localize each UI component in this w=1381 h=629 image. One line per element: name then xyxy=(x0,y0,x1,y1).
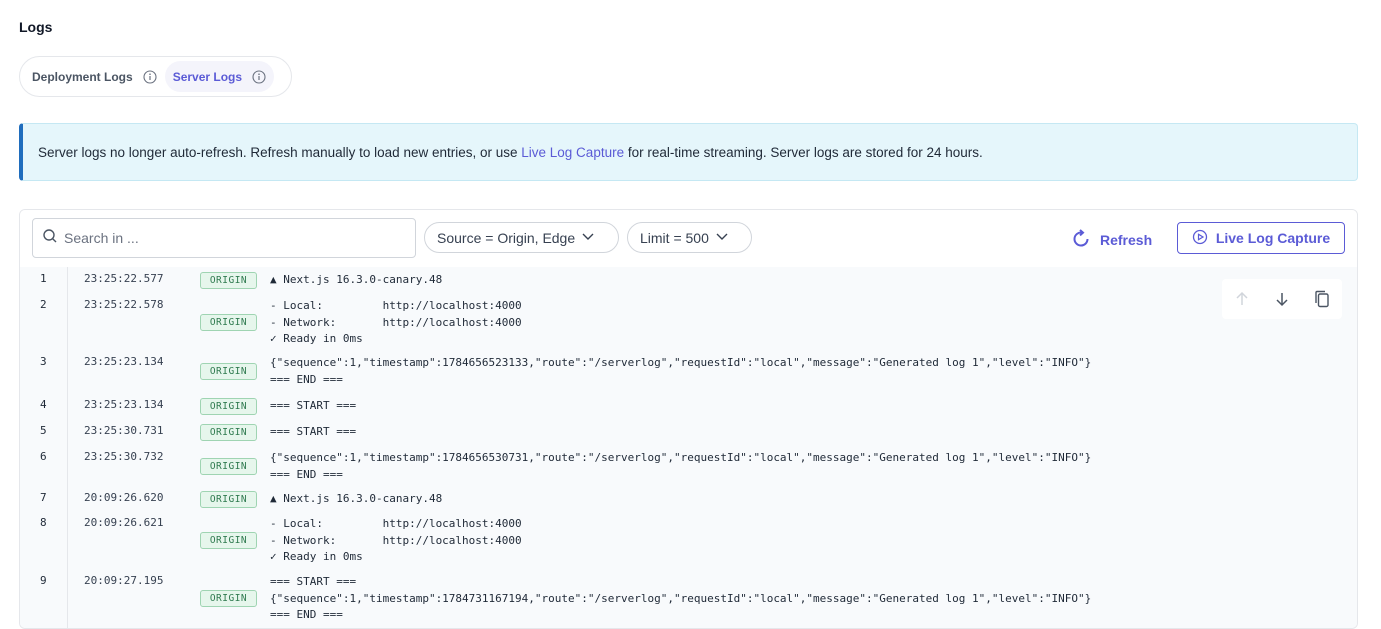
tab-deployment-logs[interactable]: Deployment Logs xyxy=(24,61,165,92)
search-icon xyxy=(42,228,58,249)
log-timestamp: 23:25:30.732 xyxy=(84,450,164,463)
banner-text-before: Server logs no longer auto-refresh. Refr… xyxy=(38,144,522,160)
source-badge: ORIGIN xyxy=(200,458,257,475)
log-timestamp: 20:09:26.620 xyxy=(84,491,164,504)
log-timestamp: 20:09:27.195 xyxy=(84,574,164,587)
source-filter-dropdown[interactable]: Source = Origin, Edge xyxy=(424,222,619,253)
line-number: 9 xyxy=(40,574,47,587)
logs-panel: Source = Origin, Edge Limit = 500 Refres… xyxy=(19,209,1358,629)
tab-label: Deployment Logs xyxy=(32,69,133,84)
info-icon[interactable] xyxy=(252,69,266,84)
line-number: 6 xyxy=(40,450,47,463)
search-input[interactable] xyxy=(62,229,386,247)
log-message: ▲ Next.js 16.3.0-canary.48 xyxy=(270,273,443,286)
logs-toolbar: Source = Origin, Edge Limit = 500 Refres… xyxy=(20,210,1357,268)
source-badge: ORIGIN xyxy=(200,398,257,415)
source-badge: ORIGIN xyxy=(200,363,257,380)
chevron-down-icon xyxy=(715,229,729,246)
play-circle-icon xyxy=(1192,229,1208,248)
log-timestamp: 23:25:30.731 xyxy=(84,424,164,437)
page-title: Logs xyxy=(19,19,53,35)
log-message: === START === {"sequence":1,"timestamp":… xyxy=(270,575,1092,621)
log-timestamp: 23:25:22.578 xyxy=(84,298,164,311)
log-tabs: Deployment Logs Server Logs xyxy=(19,56,292,97)
search-box xyxy=(32,218,416,258)
source-badge: ORIGIN xyxy=(200,590,257,607)
refresh-label: Refresh xyxy=(1100,232,1153,248)
banner-text-after: for real-time streaming. Server logs are… xyxy=(624,144,983,160)
log-timestamp: 23:25:22.577 xyxy=(84,272,164,285)
arrow-down-icon[interactable] xyxy=(1272,289,1292,309)
line-number: 3 xyxy=(40,355,47,368)
log-navigation-controls xyxy=(1222,279,1342,319)
source-badge: ORIGIN xyxy=(200,491,257,508)
source-badge: ORIGIN xyxy=(200,272,257,289)
line-number: 8 xyxy=(40,516,47,529)
gutter-divider xyxy=(67,267,68,628)
log-timestamp: 20:09:26.621 xyxy=(84,516,164,529)
tab-label: Server Logs xyxy=(172,69,243,84)
info-banner: Server logs no longer auto-refresh. Refr… xyxy=(19,123,1358,181)
banner-text: Server logs no longer auto-refresh. Refr… xyxy=(38,145,983,160)
log-message: === START === xyxy=(270,425,357,438)
log-timestamp: 23:25:23.134 xyxy=(84,355,164,368)
line-number: 2 xyxy=(40,298,47,311)
tab-server-logs[interactable]: Server Logs xyxy=(164,61,275,92)
line-number: 1 xyxy=(40,272,47,285)
source-badge: ORIGIN xyxy=(200,314,257,331)
source-filter-label: Source = Origin, Edge xyxy=(437,229,576,246)
log-list: 1 23:25:22.577 ORIGIN ▲ Next.js 16.3.0-c… xyxy=(20,267,1357,628)
log-message: - Local: http://localhost:4000 - Network… xyxy=(270,299,522,345)
line-number: 5 xyxy=(40,424,47,437)
refresh-icon xyxy=(1070,228,1092,253)
log-timestamp: 23:25:23.134 xyxy=(84,398,164,411)
info-icon[interactable] xyxy=(143,69,157,84)
arrow-up-icon[interactable] xyxy=(1232,289,1252,309)
live-log-capture-button[interactable]: Live Log Capture xyxy=(1177,222,1345,254)
chevron-down-icon xyxy=(581,229,595,246)
live-log-capture-link[interactable]: Live Log Capture xyxy=(521,145,624,160)
limit-filter-label: Limit = 500 xyxy=(640,229,709,246)
log-message: ▲ Next.js 16.3.0-canary.48 xyxy=(270,492,443,505)
copy-icon[interactable] xyxy=(1312,289,1332,309)
refresh-button[interactable]: Refresh xyxy=(1070,226,1152,254)
log-message: {"sequence":1,"timestamp":1784656530731,… xyxy=(270,451,1092,481)
source-badge: ORIGIN xyxy=(200,424,257,441)
live-log-capture-label: Live Log Capture xyxy=(1215,230,1331,246)
source-badge: ORIGIN xyxy=(200,532,257,549)
log-message: {"sequence":1,"timestamp":1784656523133,… xyxy=(270,356,1092,386)
log-message: === START === xyxy=(270,399,357,412)
log-message: - Local: http://localhost:4000 - Network… xyxy=(270,517,522,563)
limit-filter-dropdown[interactable]: Limit = 500 xyxy=(627,222,752,253)
line-number: 7 xyxy=(40,491,47,504)
line-number: 4 xyxy=(40,398,47,411)
